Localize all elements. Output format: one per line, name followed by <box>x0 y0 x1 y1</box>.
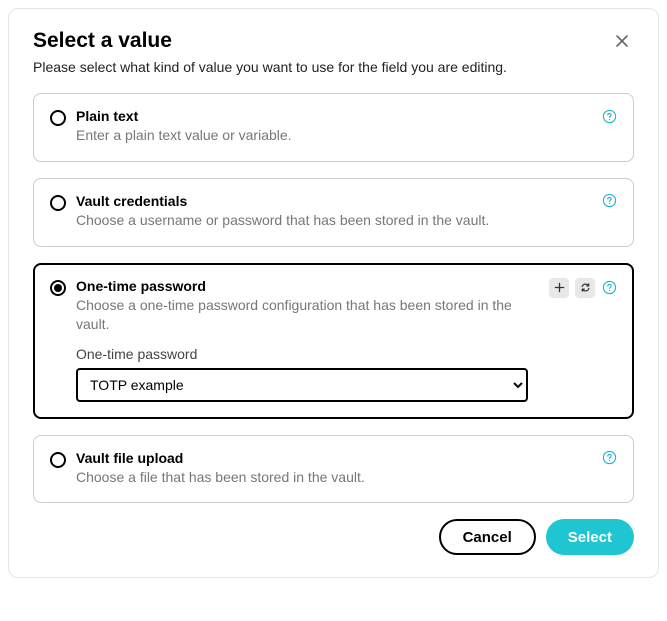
close-icon <box>614 33 630 49</box>
option-one-time-password[interactable]: One-time password Choose a one-time pass… <box>33 263 634 419</box>
option-description: Enter a plain text value or variable. <box>76 126 583 145</box>
option-plain-text[interactable]: Plain text Enter a plain text value or v… <box>33 93 634 162</box>
option-head: Vault file upload Choose a file that has… <box>50 450 617 487</box>
select-value-modal: Select a value Please select what kind o… <box>8 8 659 578</box>
plus-icon <box>554 282 565 293</box>
radio-vault-credentials[interactable] <box>50 195 66 211</box>
cancel-button[interactable]: Cancel <box>439 519 536 555</box>
option-text: Vault credentials Choose a username or p… <box>76 193 583 230</box>
option-description: Choose a one-time password configuration… <box>76 296 531 334</box>
radio-vault-file-upload[interactable] <box>50 452 66 468</box>
option-text: Vault file upload Choose a file that has… <box>76 450 583 487</box>
option-description: Choose a username or password that has b… <box>76 211 583 230</box>
help-icon[interactable] <box>601 450 617 466</box>
otp-config-block: One-time password TOTP example <box>76 346 617 402</box>
radio-one-time-password[interactable] <box>50 280 66 296</box>
option-head: Plain text Enter a plain text value or v… <box>50 108 617 145</box>
option-title: Plain text <box>76 108 583 124</box>
option-text: Plain text Enter a plain text value or v… <box>76 108 583 145</box>
help-icon[interactable] <box>601 193 617 209</box>
refresh-icon <box>580 282 591 293</box>
modal-description: Please select what kind of value you wan… <box>33 59 634 75</box>
modal-footer: Cancel Select <box>33 519 634 555</box>
option-title: Vault credentials <box>76 193 583 209</box>
modal-title: Select a value <box>33 29 172 53</box>
modal-header: Select a value <box>33 29 634 53</box>
option-actions <box>549 278 617 298</box>
add-button[interactable] <box>549 278 569 298</box>
refresh-button[interactable] <box>575 278 595 298</box>
otp-select[interactable]: TOTP example <box>76 368 528 402</box>
radio-plain-text[interactable] <box>50 110 66 126</box>
otp-field-label: One-time password <box>76 346 617 362</box>
help-icon[interactable] <box>601 108 617 124</box>
select-button[interactable]: Select <box>546 519 634 555</box>
option-head: Vault credentials Choose a username or p… <box>50 193 617 230</box>
option-vault-credentials[interactable]: Vault credentials Choose a username or p… <box>33 178 634 247</box>
option-text: One-time password Choose a one-time pass… <box>76 278 531 334</box>
option-description: Choose a file that has been stored in th… <box>76 468 583 487</box>
option-title: One-time password <box>76 278 531 294</box>
option-actions <box>601 450 617 466</box>
option-vault-file-upload[interactable]: Vault file upload Choose a file that has… <box>33 435 634 504</box>
close-button[interactable] <box>610 29 634 53</box>
option-actions <box>601 108 617 124</box>
option-title: Vault file upload <box>76 450 583 466</box>
help-icon[interactable] <box>601 280 617 296</box>
option-head: One-time password Choose a one-time pass… <box>50 278 617 334</box>
option-actions <box>601 193 617 209</box>
